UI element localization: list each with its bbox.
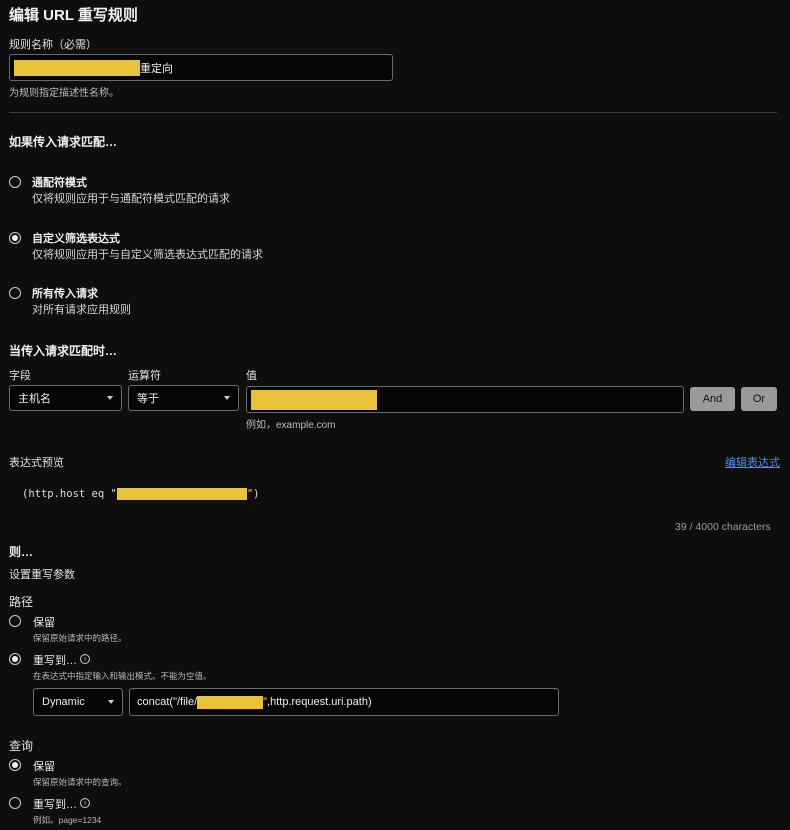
- radio-custom-expression[interactable]: [9, 232, 21, 244]
- or-button[interactable]: Or: [741, 387, 777, 411]
- rule-name-input[interactable]: 重定向: [9, 54, 393, 81]
- field-select[interactable]: 主机名: [9, 385, 122, 411]
- field-select-value: 主机名: [18, 393, 51, 405]
- rule-name-suffix: 重定向: [140, 62, 173, 75]
- info-icon[interactable]: i: [80, 654, 90, 664]
- operator-label: 运算符: [128, 370, 161, 382]
- character-count: 39 / 4000 characters: [675, 521, 771, 533]
- match-heading: 如果传入请求匹配…: [9, 135, 118, 149]
- radio-all-requests[interactable]: [9, 287, 21, 299]
- redacted-text: [197, 695, 264, 709]
- option-wildcard-desc: 仅将规则应用于与通配符模式匹配的请求: [32, 193, 230, 205]
- and-button[interactable]: And: [690, 387, 735, 411]
- path-expression-prefix: concat("/file/: [137, 696, 198, 708]
- then-subheading: 设置重写参数: [9, 569, 75, 581]
- chevron-down-icon: [108, 700, 114, 704]
- value-help: 例如，example.com: [246, 420, 336, 431]
- expression-suffix: "): [246, 488, 260, 500]
- option-custom-title[interactable]: 自定义筛选表达式: [32, 230, 120, 246]
- operator-select[interactable]: 等于: [128, 385, 239, 411]
- section-divider: [9, 112, 777, 113]
- page-title: 编辑 URL 重写规则: [9, 7, 138, 24]
- redacted-text: [14, 59, 140, 76]
- rule-name-help: 为规则指定描述性名称。: [9, 88, 119, 99]
- option-wildcard-title[interactable]: 通配符模式: [32, 174, 87, 190]
- chevron-down-icon: [224, 396, 230, 400]
- path-rewrite-desc: 在表达式中指定输入和输出模式。不能为空值。: [33, 671, 212, 681]
- radio-path-preserve[interactable]: [9, 615, 21, 627]
- path-mode-select[interactable]: Dynamic: [33, 688, 123, 716]
- path-preserve-title[interactable]: 保留: [33, 614, 55, 630]
- path-preserve-desc: 保留原始请求中的路径。: [33, 633, 127, 643]
- query-preserve-title[interactable]: 保留: [33, 758, 55, 774]
- option-all-title[interactable]: 所有传入请求: [32, 285, 98, 301]
- query-label: 查询: [9, 739, 34, 753]
- value-label: 值: [246, 370, 257, 382]
- path-label: 路径: [9, 595, 34, 609]
- info-icon[interactable]: i: [80, 798, 90, 808]
- radio-wildcard[interactable]: [9, 176, 21, 188]
- value-input[interactable]: [246, 386, 684, 413]
- operator-select-value: 等于: [137, 393, 159, 405]
- chevron-down-icon: [107, 396, 113, 400]
- path-expression-input[interactable]: concat("/file/ ",http.request.uri.path): [129, 688, 559, 716]
- query-rewrite-title[interactable]: 重写到…: [33, 796, 77, 812]
- radio-path-rewrite[interactable]: [9, 653, 21, 665]
- expression-preview-label: 表达式预览: [9, 457, 64, 469]
- query-preserve-desc: 保留原始请求中的查询。: [33, 777, 127, 787]
- redacted-text: [251, 389, 377, 410]
- path-expression-suffix: ",http.request.uri.path): [263, 696, 372, 708]
- expression-preview: (http.host eq " "): [22, 488, 259, 500]
- then-heading: 则…: [9, 545, 34, 559]
- radio-query-rewrite[interactable]: [9, 797, 21, 809]
- option-all-desc: 对所有请求应用规则: [32, 304, 131, 316]
- rule-name-label: 规则名称（必需）: [9, 39, 97, 51]
- field-label: 字段: [9, 370, 31, 382]
- when-heading: 当传入请求匹配时…: [9, 344, 118, 358]
- option-custom-desc: 仅将规则应用于与自定义筛选表达式匹配的请求: [32, 249, 263, 261]
- redacted-text: [116, 488, 247, 500]
- query-rewrite-desc: 例如。page=1234: [33, 815, 102, 825]
- expression-prefix: (http.host eq ": [22, 488, 117, 500]
- path-mode-value: Dynamic: [42, 696, 85, 708]
- path-rewrite-title[interactable]: 重写到…: [33, 652, 77, 668]
- radio-query-preserve[interactable]: [9, 759, 21, 771]
- edit-expression-link[interactable]: 编辑表达式: [725, 454, 780, 470]
